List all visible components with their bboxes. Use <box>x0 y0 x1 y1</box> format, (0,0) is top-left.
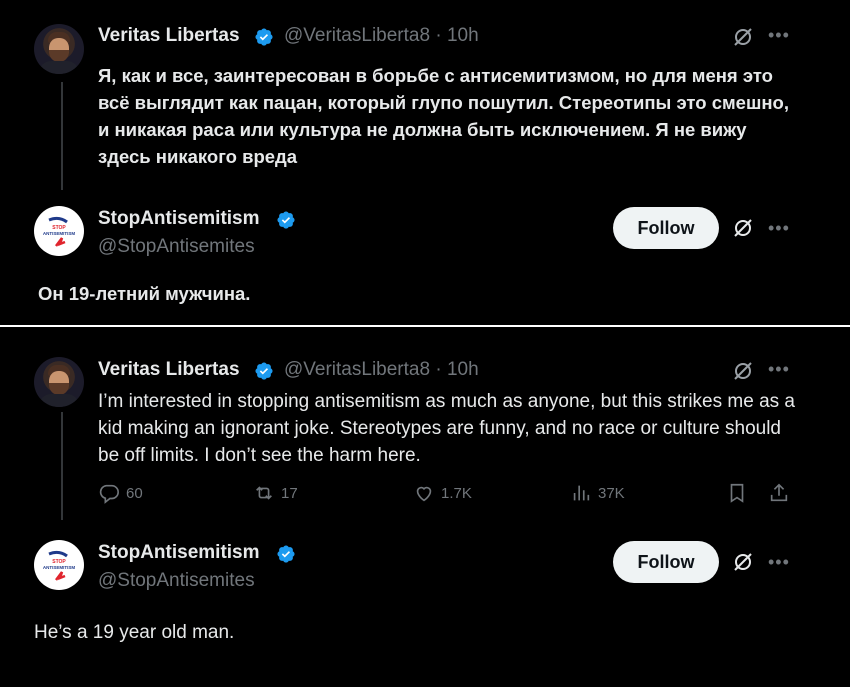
grok-slash-icon[interactable] <box>730 549 756 575</box>
more-icon[interactable]: ••• <box>768 553 790 571</box>
grok-slash-icon[interactable] <box>730 215 756 241</box>
svg-text:ANTISEMITISM: ANTISEMITISM <box>43 231 76 236</box>
avatar[interactable]: STOP ANTISEMITISM <box>34 540 84 590</box>
author-handle[interactable]: @VeritasLiberta8 · 10h <box>284 25 479 47</box>
share-button[interactable] <box>768 482 790 504</box>
verified-badge-icon <box>255 28 273 46</box>
like-button[interactable]: 1.7K <box>413 482 472 504</box>
svg-text:ANTISEMITISM: ANTISEMITISM <box>43 565 76 570</box>
bookmark-button[interactable] <box>726 482 748 504</box>
avatar[interactable]: STOP ANTISEMITISM <box>34 206 84 256</box>
tweet-text: Я, как и все, заинтересован в борьбе с а… <box>98 65 789 167</box>
like-count: 1.7K <box>441 484 472 502</box>
reply-text: He’s a 19 year old man. <box>34 622 235 643</box>
grok-slash-icon[interactable] <box>730 358 756 384</box>
author-name[interactable]: Veritas Libertas <box>98 25 240 47</box>
follow-button[interactable]: Follow <box>613 541 719 583</box>
repost-button[interactable]: 17 <box>253 482 298 504</box>
timestamp: 10h <box>446 25 479 46</box>
follow-button[interactable]: Follow <box>613 207 719 249</box>
avatar[interactable] <box>34 24 84 74</box>
verified-badge-icon <box>277 545 295 563</box>
divider <box>0 325 850 327</box>
author-name[interactable]: StopAntisemitism <box>98 208 260 230</box>
tweet-text: I’m interested in stopping antisemitism … <box>98 391 795 466</box>
verified-badge-icon <box>255 362 273 380</box>
more-icon[interactable]: ••• <box>768 26 790 44</box>
views-button[interactable]: 37K <box>570 482 625 504</box>
author-handle[interactable]: @StopAntisemites <box>98 236 255 258</box>
repost-icon <box>256 486 272 500</box>
reply-icon <box>99 484 119 504</box>
avatar[interactable] <box>34 357 84 407</box>
share-icon <box>770 483 788 502</box>
author-name[interactable]: Veritas Libertas <box>98 359 240 381</box>
reply-button[interactable]: 60 <box>98 482 143 504</box>
russian-screenshot-panel: Veritas Libertas @VeritasLiberta8 · 10h … <box>0 0 850 325</box>
repost-count: 17 <box>281 484 298 502</box>
tweet-actions: 60 17 1.7K 37K <box>98 482 798 512</box>
grok-slash-icon[interactable] <box>730 24 756 50</box>
like-icon <box>416 486 432 502</box>
timestamp: 10h <box>446 359 479 380</box>
more-icon[interactable]: ••• <box>768 219 790 237</box>
author-handle[interactable]: @VeritasLiberta8 · 10h <box>284 359 479 381</box>
author-name[interactable]: StopAntisemitism <box>98 542 260 564</box>
author-handle[interactable]: @StopAntisemites <box>98 570 255 592</box>
reply-text: Он 19-летний мужчина. <box>38 283 251 304</box>
views-icon <box>573 485 590 501</box>
bookmark-icon <box>730 483 744 503</box>
english-screenshot-panel: Veritas Libertas @VeritasLiberta8 · 10h … <box>0 330 850 687</box>
reply-count: 60 <box>126 484 143 502</box>
more-icon[interactable]: ••• <box>768 360 790 378</box>
verified-badge-icon <box>277 211 295 229</box>
views-count: 37K <box>598 484 625 502</box>
